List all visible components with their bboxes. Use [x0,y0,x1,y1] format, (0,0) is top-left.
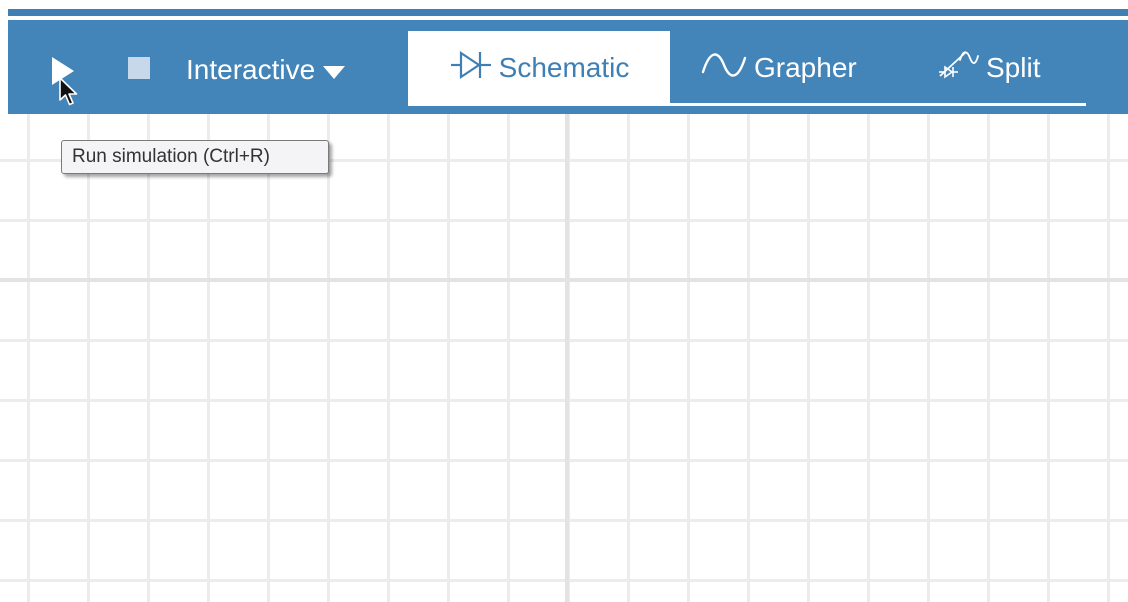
tab-grapher[interactable]: Grapher [700,31,890,105]
grid-major-vertical-line [565,114,569,602]
stop-simulation-button[interactable] [128,57,152,81]
split-view-icon [936,48,980,89]
mouse-pointer-icon [58,76,82,108]
tab-grapher-label: Grapher [754,52,857,83]
simulation-mode-dropdown[interactable]: Interactive [186,52,346,88]
app-window: Interactive Schematic Grapher Split Run … [0,0,1128,602]
tab-strip-underline [408,103,1086,106]
tab-split[interactable]: Split [936,31,1076,105]
grid-major-horizontal-line [0,278,1128,282]
caret-down-icon [323,65,346,79]
top-accent-stripe [8,9,1128,16]
run-simulation-tooltip: Run simulation (Ctrl+R) [61,140,329,174]
tooltip-text: Run simulation (Ctrl+R) [72,146,270,167]
tab-schematic[interactable]: Schematic [408,31,670,105]
tab-split-label: Split [986,52,1041,83]
toolbar: Interactive Schematic Grapher Split [8,20,1128,114]
sine-wave-icon [700,48,748,89]
simulation-mode-label: Interactive [186,54,316,85]
stop-icon [128,57,150,79]
schematic-canvas[interactable] [0,114,1128,602]
tab-schematic-label: Schematic [498,52,630,83]
diode-icon [449,48,493,89]
